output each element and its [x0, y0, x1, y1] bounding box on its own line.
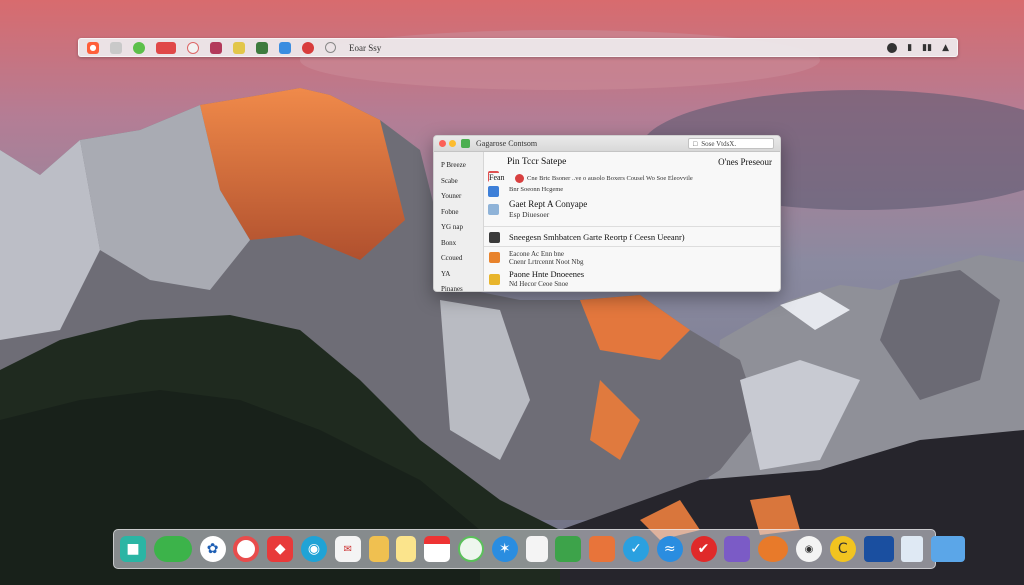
maps-icon[interactable]: ◉	[300, 536, 327, 562]
books-icon[interactable]	[555, 536, 582, 562]
chat-icon[interactable]	[153, 536, 192, 562]
item-icon	[488, 186, 499, 197]
list-item-title[interactable]: Fean	[489, 173, 505, 182]
list-item-subtitle: Eacone Ac Enn bne	[509, 250, 565, 258]
textedit-icon[interactable]	[525, 536, 548, 562]
sidebar-item[interactable]: YA	[434, 267, 483, 283]
divider	[484, 226, 780, 227]
list-item-subtitle: Esp Diuesoer	[509, 210, 550, 219]
search-icon: □	[693, 139, 698, 148]
menu-bar-title: Eoar Ssy	[349, 42, 382, 53]
facetime-icon[interactable]	[457, 536, 484, 562]
keynote-icon[interactable]: ✓	[622, 536, 649, 562]
pages-icon[interactable]	[589, 536, 616, 562]
list-item-title[interactable]: Sneegesn Smhbatcen Garte Reortp f Ceesn …	[509, 232, 685, 242]
item-icon	[489, 232, 500, 243]
list-item-subtitle: Cnenr Lrtrcennt Noot Nbg	[509, 258, 584, 266]
apple-icon[interactable]: ●	[87, 41, 99, 54]
messages-icon[interactable]	[133, 41, 145, 54]
search-field[interactable]: □ Sose VtdsX.	[688, 138, 774, 149]
chrome-icon[interactable]	[887, 42, 898, 53]
photos-icon[interactable]	[256, 41, 268, 54]
header-left: Pin Tccr Satepe	[507, 157, 567, 167]
dock: ■ ✿ ◆ ◉ ✉ ✶ ✓ ≈ ✔ ◉ C	[113, 529, 966, 569]
item-icon	[488, 204, 499, 215]
terminal-icon[interactable]: C	[829, 536, 856, 562]
music-icon[interactable]: ✔	[690, 536, 717, 562]
photos-icon[interactable]	[233, 536, 260, 562]
window-title: Gagarose Contsom	[476, 139, 538, 148]
title-bar[interactable]: Gagarose Contsom □ Sose VtdsX.	[434, 136, 780, 152]
status-area: ▮ ▮▮ ▲	[887, 42, 949, 53]
mail-icon[interactable]	[156, 41, 176, 54]
downloads-icon[interactable]	[931, 536, 966, 562]
appstore-icon[interactable]: ✶	[491, 536, 518, 562]
sidebar-item[interactable]: Fobne	[434, 205, 483, 221]
close-button[interactable]	[439, 140, 446, 147]
sidebar-item[interactable]: P Breeze	[434, 158, 483, 174]
header-right: O'nes Preseour	[718, 157, 772, 167]
divider	[484, 246, 780, 247]
files-icon[interactable]	[279, 41, 291, 54]
clock-icon[interactable]	[187, 41, 199, 54]
preview-icon[interactable]: ◉	[795, 536, 822, 562]
sound-icon[interactable]: ▮	[907, 43, 912, 53]
record-icon	[515, 174, 524, 183]
list-item-title[interactable]: Gaet Rept A Conyape	[509, 199, 587, 209]
wallpaper	[0, 0, 1024, 585]
stickies-icon[interactable]	[396, 536, 417, 562]
calendar-icon[interactable]	[210, 41, 222, 54]
app-window: Gagarose Contsom □ Sose VtdsX. P Breeze …	[433, 135, 781, 292]
cloud-icon[interactable]: ▲	[942, 43, 949, 53]
list-item-title[interactable]: Paone Hnte Dnoeenes	[509, 269, 584, 279]
settings-icon[interactable]	[863, 536, 894, 562]
sidebar: P Breeze Scabe Youner Fobne YG nap Bonx …	[434, 152, 484, 291]
finder-icon[interactable]: ■	[120, 536, 146, 562]
news-icon[interactable]: ◆	[267, 536, 294, 562]
trash-icon[interactable]	[901, 536, 924, 562]
sidebar-item[interactable]: Scabe	[434, 174, 483, 190]
safari-icon[interactable]: ✿	[199, 536, 226, 562]
sidebar-item[interactable]: Bonx	[434, 236, 483, 252]
sidebar-item[interactable]: YG nap	[434, 220, 483, 236]
podcast-icon[interactable]	[724, 536, 751, 562]
list-item-subtitle: Bnr Soeonn Hcgeme	[509, 186, 564, 193]
list-item-subtitle: Nd Hecor Ceoe Snoe	[509, 280, 569, 288]
wifi-icon[interactable]: ▮▮	[922, 43, 932, 53]
content-pane: Pin Tccr Satepe O'nes Preseour Fean Cne …	[484, 152, 780, 291]
list-item-subtitle: Cne Brtc Bsoner ..ve o ausolo Boxers Cou…	[527, 175, 693, 182]
sidebar-item[interactable]: Ccoued	[434, 251, 483, 267]
calendar-icon[interactable]	[424, 536, 451, 562]
messages-icon[interactable]: ≈	[656, 536, 683, 562]
app-icon	[461, 139, 470, 148]
news2-icon[interactable]	[758, 536, 789, 562]
minimize-button[interactable]	[449, 140, 456, 147]
music-icon[interactable]	[302, 41, 314, 54]
notes-icon[interactable]	[233, 41, 245, 54]
mail-icon[interactable]: ✉	[334, 536, 361, 562]
finder-icon[interactable]	[110, 41, 122, 54]
sidebar-item[interactable]: Youner	[434, 189, 483, 205]
item-icon	[489, 274, 500, 285]
spotlight-icon[interactable]	[325, 42, 336, 53]
notes-icon[interactable]	[368, 536, 389, 562]
sidebar-item[interactable]: Pinanes	[434, 282, 483, 291]
search-placeholder: Sose VtdsX.	[701, 139, 737, 148]
menu-bar: ● Eoar Ssy ▮ ▮▮ ▲	[78, 38, 958, 57]
item-icon	[489, 252, 500, 263]
